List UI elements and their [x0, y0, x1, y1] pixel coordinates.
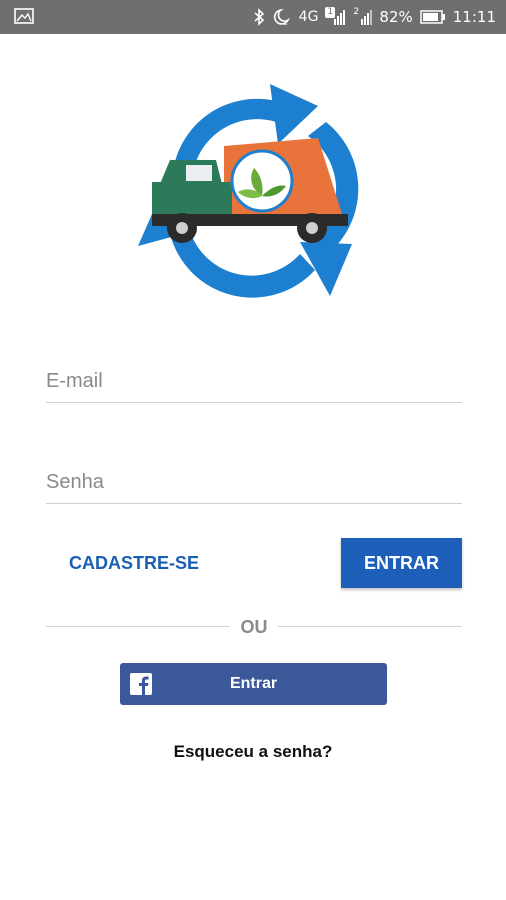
password-input[interactable]	[46, 463, 462, 501]
status-bar: z 4G 1 2 82% 11:11	[0, 0, 506, 34]
sim2-badge: 2	[353, 7, 360, 17]
battery-percent: 82%	[379, 8, 413, 26]
login-button[interactable]: ENTRAR	[341, 538, 462, 588]
divider-line-left	[46, 626, 230, 627]
do-not-disturb-moon-icon: z	[273, 8, 290, 26]
forgot-password-link[interactable]: Esqueceu a senha?	[0, 742, 506, 762]
battery-icon	[420, 10, 445, 24]
email-input[interactable]	[46, 362, 462, 400]
svg-text:z: z	[284, 19, 288, 26]
password-field-container	[46, 463, 462, 504]
sim1-signal: 1	[325, 7, 346, 27]
sim1-badge: 1	[325, 7, 336, 18]
bluetooth-icon	[254, 8, 264, 26]
email-field-container	[46, 362, 462, 403]
network-type: 4G	[298, 9, 319, 25]
or-divider: OU	[46, 616, 462, 638]
app-logo	[138, 84, 359, 298]
clock: 11:11	[452, 8, 496, 26]
gallery-notification-icon	[14, 8, 34, 24]
divider-line-right	[278, 626, 462, 627]
sim2-signal: 2	[352, 7, 373, 27]
register-button[interactable]: CADASTRE-SE	[60, 540, 208, 586]
or-label: OU	[240, 617, 268, 637]
facebook-login-button[interactable]: Entrar	[120, 663, 387, 705]
facebook-login-label: Entrar	[229, 675, 278, 692]
